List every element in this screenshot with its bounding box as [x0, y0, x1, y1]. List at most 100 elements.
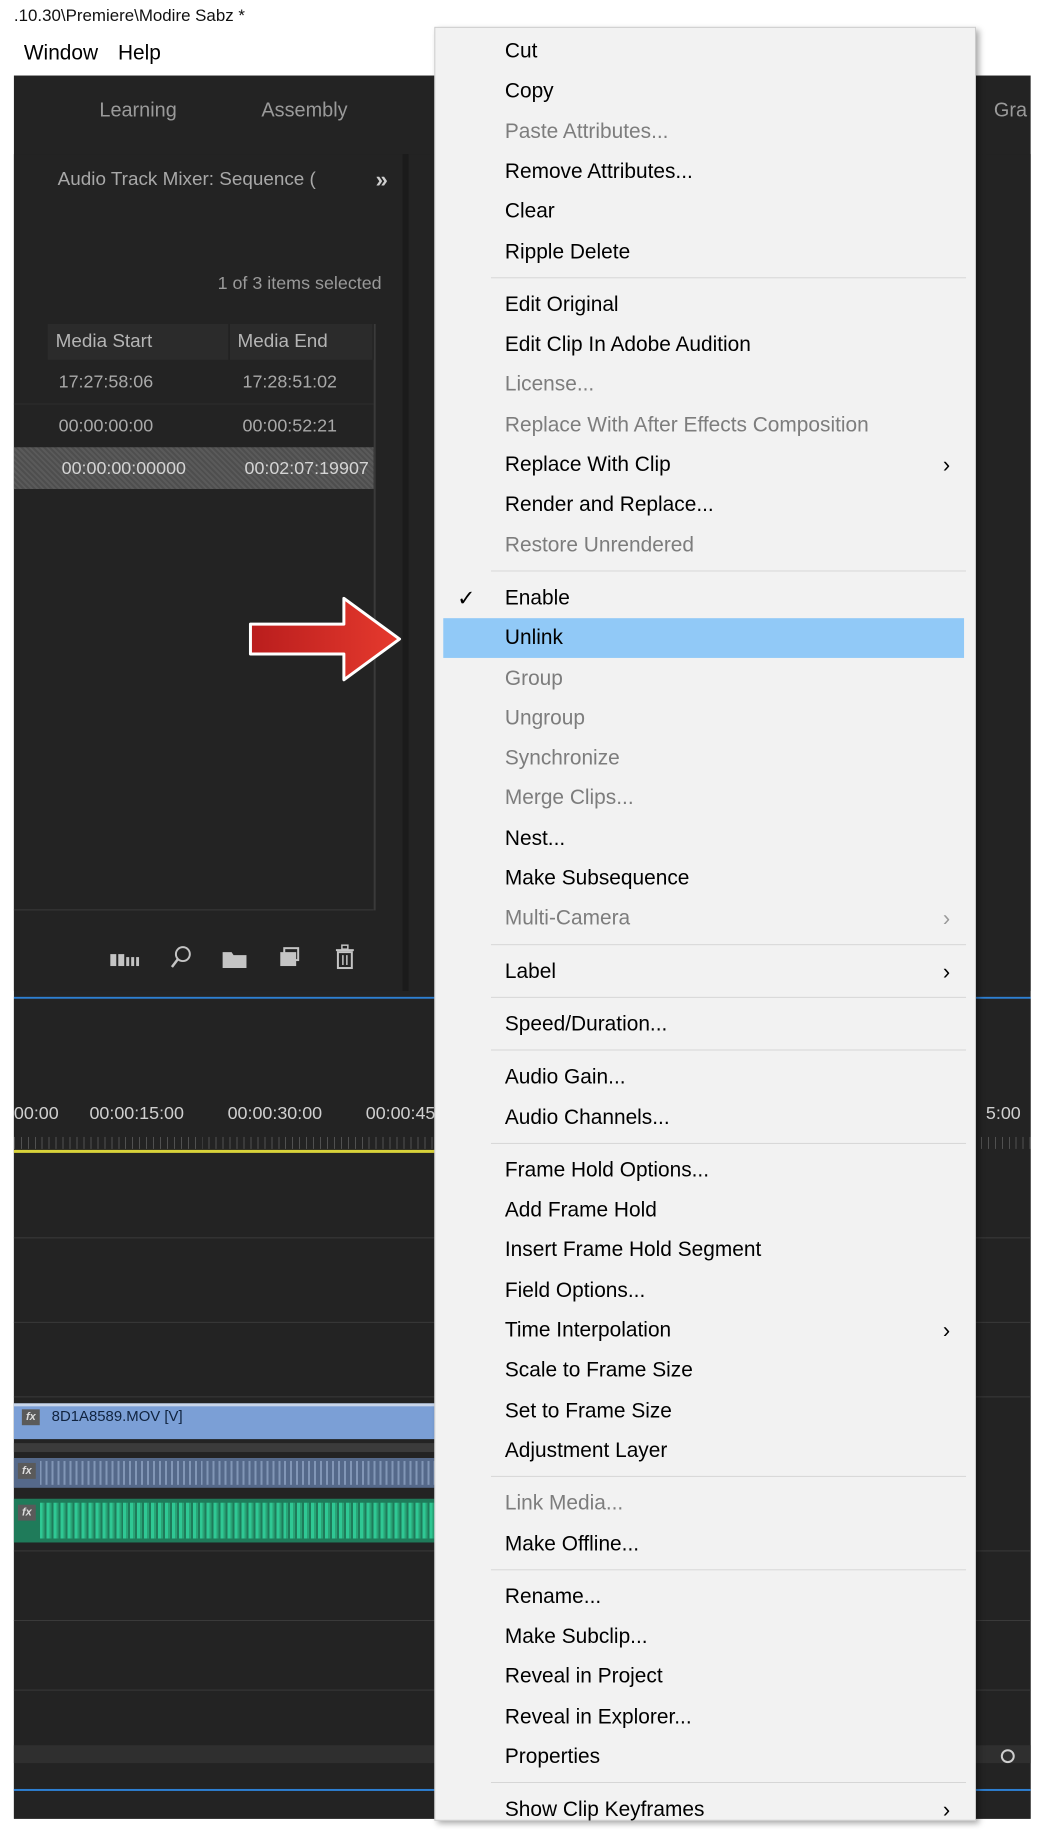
cell-media-end: 00:02:07:19907 — [244, 458, 369, 479]
menu-window[interactable]: Window — [14, 36, 108, 74]
fx-badge: fx — [17, 1462, 36, 1479]
menu-item-time-interpolation[interactable]: Time Interpolation › — [443, 1311, 964, 1351]
menu-item-label: Frame Hold Options... — [504, 1158, 710, 1182]
menu-item-label: Ungroup — [504, 706, 585, 730]
menu-item-make-subsequence[interactable]: Make Subsequence — [443, 859, 964, 899]
menu-separator — [490, 570, 967, 572]
menu-item-insert-frame-hold-segment[interactable]: Insert Frame Hold Segment — [443, 1231, 964, 1271]
freeform-view-icon[interactable] — [109, 949, 140, 971]
cell-media-start: 17:27:58:06 — [58, 371, 154, 392]
cell-media-start: 00:00:00:00 — [58, 415, 154, 436]
menu-item-label: Time Interpolation — [504, 1318, 672, 1342]
menu-separator — [490, 1142, 967, 1144]
work-area-bar[interactable] — [13, 1149, 437, 1153]
menu-item-nest[interactable]: Nest... — [443, 819, 964, 859]
menu-item-label: Rename... — [504, 1585, 602, 1608]
menu-item-label: Unlink — [504, 626, 563, 650]
menu-item-make-subclip[interactable]: Make Subclip... — [443, 1617, 964, 1657]
menu-item-label: Audio Gain... — [504, 1065, 626, 1089]
timecode-label: 00:00:15:00 — [89, 1103, 184, 1124]
menu-item-label: Replace With Clip — [504, 453, 671, 477]
workspace-tab-graphics[interactable]: Gra — [994, 99, 1027, 122]
menu-item-label: Show Clip Keyframes — [504, 1798, 705, 1822]
audio-waveform — [39, 1502, 437, 1539]
menu-item-label: Speed/Duration... — [504, 1012, 668, 1036]
menu-item-cut[interactable]: Cut — [443, 32, 964, 72]
menu-item-label: Render and Replace... — [504, 493, 714, 517]
menu-item-frame-hold-options[interactable]: Frame Hold Options... — [443, 1151, 964, 1191]
menu-item-label: Synchronize — [504, 746, 620, 770]
menu-item-label: Nest... — [504, 826, 566, 850]
menu-item-render-and-replace[interactable]: Render and Replace... — [443, 485, 964, 525]
menu-item-label: License... — [504, 373, 595, 396]
new-item-icon[interactable] — [278, 946, 300, 970]
menu-item-license: License... — [443, 365, 964, 405]
find-icon[interactable] — [169, 944, 195, 972]
panel-overflow-icon[interactable]: » — [376, 167, 388, 193]
menu-item-audio-channels[interactable]: Audio Channels... — [443, 1098, 964, 1138]
scrollbar-handle[interactable] — [1000, 1749, 1015, 1764]
menu-item-label: Multi-Camera — [504, 906, 631, 930]
tab-audio-track-mixer[interactable]: Audio Track Mixer: Sequence ( — [58, 169, 316, 191]
menu-item-label: Scale to Frame Size — [504, 1358, 693, 1382]
audio-waveform — [39, 1460, 437, 1485]
menu-item-group: Group — [443, 658, 964, 698]
menu-separator — [490, 1569, 967, 1571]
menu-item-speed-duration[interactable]: Speed/Duration... — [443, 1005, 964, 1045]
menu-item-label: Insert Frame Hold Segment — [504, 1238, 762, 1262]
menu-item-field-options[interactable]: Field Options... — [443, 1271, 964, 1311]
menu-item-label: Merge Clips... — [504, 786, 634, 810]
menu-item-ripple-delete[interactable]: Ripple Delete — [443, 232, 964, 272]
menu-item-copy[interactable]: Copy — [443, 72, 964, 112]
menu-item-paste-attributes: Paste Attributes... — [443, 112, 964, 152]
context-menu: Cut Copy Paste Attributes... Remove Attribu… — [434, 26, 976, 1822]
menu-item-enable[interactable]: Enable ✓ — [443, 578, 964, 618]
menu-separator — [490, 1476, 967, 1478]
menu-item-add-frame-hold[interactable]: Add Frame Hold — [443, 1191, 964, 1231]
menu-item-edit-clip-in-adobe-audition[interactable]: Edit Clip In Adobe Audition — [443, 325, 964, 365]
clear-trash-icon[interactable] — [334, 944, 356, 970]
menu-item-link-media: Link Media... — [443, 1484, 964, 1524]
menu-item-label[interactable]: Label › — [443, 952, 964, 992]
menu-item-make-offline[interactable]: Make Offline... — [443, 1524, 964, 1564]
menu-item-label: Add Frame Hold — [504, 1198, 657, 1222]
menu-item-reveal-in-project[interactable]: Reveal in Project — [443, 1657, 964, 1697]
menu-item-remove-attributes[interactable]: Remove Attributes... — [443, 152, 964, 192]
menu-separator — [490, 943, 967, 945]
timecode-label: 00:00 — [13, 1103, 59, 1124]
menu-item-multi-camera: Multi-Camera › — [443, 899, 964, 939]
timecode-label: 00:00:45 — [365, 1103, 436, 1124]
workspace-tab-assembly[interactable]: Assembly — [261, 99, 347, 122]
menu-item-replace-with-after-effects-composition: Replace With After Effects Composition — [443, 405, 964, 445]
menu-item-properties[interactable]: Properties — [443, 1737, 964, 1777]
menu-item-clear[interactable]: Clear — [443, 192, 964, 232]
menu-item-unlink[interactable]: Unlink — [443, 618, 965, 659]
menu-item-show-clip-keyframes[interactable]: Show Clip Keyframes › — [443, 1790, 964, 1830]
fx-badge: fx — [21, 1409, 40, 1426]
menubar: Window Help — [14, 36, 171, 74]
menu-item-audio-gain[interactable]: Audio Gain... — [443, 1058, 964, 1098]
menu-item-label: Label — [504, 959, 556, 983]
selection-count: 1 of 3 items selected — [217, 273, 382, 294]
menu-item-label: Paste Attributes... — [504, 119, 669, 143]
menu-item-edit-original[interactable]: Edit Original — [443, 285, 964, 325]
new-bin-icon[interactable] — [222, 949, 248, 969]
menu-item-label: Link Media... — [504, 1491, 624, 1515]
menu-item-label: Copy — [504, 79, 554, 103]
column-media-end[interactable]: Media End — [229, 323, 374, 360]
menu-item-adjustment-layer[interactable]: Adjustment Layer — [443, 1431, 964, 1471]
menu-item-label: Properties — [504, 1745, 601, 1769]
column-media-start[interactable]: Media Start — [47, 323, 230, 360]
menu-help[interactable]: Help — [108, 36, 171, 74]
menu-item-scale-to-frame-size[interactable]: Scale to Frame Size — [443, 1351, 964, 1391]
menu-item-set-to-frame-size[interactable]: Set to Frame Size — [443, 1391, 964, 1431]
menu-item-label: Ripple Delete — [504, 240, 631, 263]
menu-item-label: Make Offline... — [504, 1532, 640, 1555]
menu-item-replace-with-clip[interactable]: Replace With Clip › — [443, 445, 964, 485]
menu-item-reveal-in-explorer[interactable]: Reveal in Explorer... — [443, 1697, 964, 1737]
menu-item-label: Make Subsequence — [504, 866, 690, 890]
clip-gap — [13, 1443, 437, 1453]
menu-separator — [490, 1049, 967, 1051]
menu-item-rename[interactable]: Rename... — [443, 1577, 964, 1617]
workspace-tab-learning[interactable]: Learning — [99, 99, 176, 122]
